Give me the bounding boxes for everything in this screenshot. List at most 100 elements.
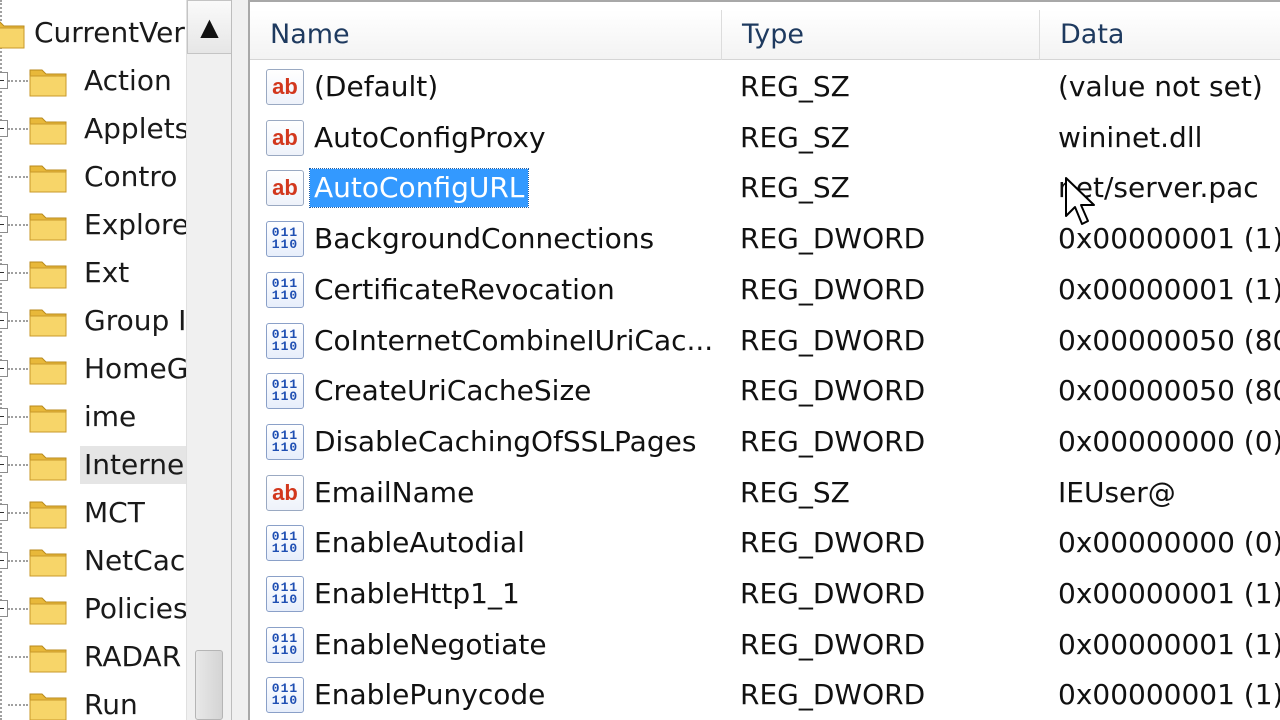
tree-node[interactable]: Group I: [0, 298, 186, 344]
tree-connector: [8, 80, 28, 82]
tree-node-label: Ext: [84, 256, 130, 289]
table-row[interactable]: ab AutoConfigProxy REG_SZ wininet.dll: [250, 113, 1280, 164]
dword-value-icon: 011 110: [266, 525, 304, 562]
tree-node[interactable]: Explore: [0, 202, 186, 248]
tree-node[interactable]: Applets: [0, 106, 186, 152]
tree-node-label: Policies: [84, 592, 186, 625]
table-row[interactable]: 011 110 CoInternetCombineIUriCac... REG_DWO…: [250, 316, 1280, 367]
expand-plus-icon[interactable]: [0, 456, 8, 473]
expand-plus-icon[interactable]: [0, 72, 8, 89]
tree-node[interactable]: Run: [0, 682, 186, 720]
dword-value-icon: 011 110: [266, 322, 304, 359]
value-name: EmailName: [314, 475, 475, 509]
expand-plus-icon[interactable]: [0, 552, 8, 569]
dword-value-icon: 011 110: [266, 373, 304, 410]
value-data: 0x00000050 (80): [1058, 374, 1280, 408]
tree-node[interactable]: MCT: [0, 490, 186, 536]
string-value-icon: ab: [266, 170, 304, 207]
scroll-up-button[interactable]: ▲: [187, 0, 231, 54]
folder-icon: [29, 405, 67, 433]
value-data: wininet.dll: [1058, 120, 1203, 154]
expand-plus-icon[interactable]: [0, 600, 8, 617]
value-data: 0x00000001 (1): [1058, 222, 1280, 256]
tree-node-label: Run: [84, 688, 138, 720]
expand-plus-icon[interactable]: [0, 312, 8, 329]
tree-connector: [8, 176, 28, 178]
table-row[interactable]: 011 110 EnablePunycode REG_DWORD 0x00000001 …: [250, 670, 1280, 720]
tree-node[interactable]: Contro: [0, 154, 186, 200]
expand-plus-icon[interactable]: [0, 216, 8, 233]
folder-icon: [0, 21, 25, 49]
column-header-data[interactable]: Data: [1040, 10, 1280, 60]
registry-values-list[interactable]: Name Type Data ab (Default) REG_SZ (value n…: [248, 0, 1280, 720]
expand-plus-icon[interactable]: [0, 264, 8, 281]
value-name: CertificateRevocation: [314, 272, 615, 306]
tree-node-label: MCT: [84, 496, 145, 529]
column-header-type[interactable]: Type: [722, 10, 1040, 60]
expand-plus-icon[interactable]: [0, 360, 8, 377]
tree-node-label: CurrentVer: [34, 16, 185, 49]
tree-connector: [8, 560, 28, 562]
folder-icon: [29, 261, 67, 289]
folder-icon: [29, 549, 67, 577]
dword-value-icon: 011 110: [266, 271, 304, 308]
value-name: EnablePunycode: [314, 678, 546, 712]
value-type: REG_DWORD: [740, 627, 926, 661]
tree-node[interactable]: Action: [0, 58, 186, 104]
string-value-icon: ab: [266, 119, 304, 156]
value-type: REG_DWORD: [740, 678, 926, 712]
table-row[interactable]: 011 110 CreateUriCacheSize REG_DWORD 0x00000…: [250, 366, 1280, 417]
tree-connector: [8, 608, 28, 610]
string-value-icon: ab: [266, 69, 304, 105]
dword-value-icon: 011 110: [266, 626, 304, 663]
value-data: 0x00000001 (1): [1058, 678, 1280, 712]
tree-node[interactable]: ime: [0, 394, 186, 440]
value-name: DisableCachingOfSSLPages: [314, 424, 697, 458]
table-row[interactable]: 011 110 CertificateRevocation REG_DWORD 0x00…: [250, 265, 1280, 316]
expand-plus-icon[interactable]: [0, 408, 8, 425]
tree-connector: [8, 368, 28, 370]
tree-connector: [8, 464, 28, 466]
value-data: (value not set): [1058, 70, 1263, 103]
table-row[interactable]: ab AutoConfigURL REG_SZ net/server.pac: [250, 163, 1280, 214]
expand-plus-icon[interactable]: [0, 120, 8, 137]
table-row[interactable]: 011 110 DisableCachingOfSSLPages REG_DWORD 0…: [250, 417, 1280, 468]
value-name: EnableHttp1_1: [314, 577, 520, 610]
tree-node[interactable]: Policies: [0, 586, 186, 632]
tree-node[interactable]: HomeG: [0, 346, 186, 392]
tree-node-label: NetCac: [84, 544, 186, 577]
value-name: AutoConfigURL: [308, 168, 530, 209]
tree-vertical-scrollbar[interactable]: ▲: [186, 0, 231, 720]
table-row[interactable]: 011 110 EnableNegotiate REG_DWORD 0x00000001…: [250, 620, 1280, 671]
table-row[interactable]: ab (Default) REG_SZ (value not set): [250, 62, 1280, 113]
folder-icon: [29, 213, 67, 241]
registry-tree-pane[interactable]: CurrentVer Action Applets Contro Explore Ext…: [0, 0, 232, 720]
icon-glyph: ab: [272, 175, 298, 201]
value-name: AutoConfigProxy: [314, 120, 546, 154]
value-type: REG_DWORD: [740, 323, 926, 357]
table-row[interactable]: ab EmailName REG_SZ IEUser@: [250, 468, 1280, 519]
tree-connector: [8, 224, 28, 226]
tree-node-label: Group I: [84, 304, 186, 337]
icon-glyph: 110: [271, 693, 299, 709]
tree-node[interactable]: NetCac: [0, 538, 186, 584]
expand-plus-icon[interactable]: [0, 504, 8, 521]
column-header-name[interactable]: Name: [250, 10, 722, 60]
table-row[interactable]: 011 110 BackgroundConnections REG_DWORD 0x00…: [250, 214, 1280, 265]
registry-editor-window: CurrentVer Action Applets Contro Explore Ext…: [0, 0, 1280, 720]
tree-connector: [8, 512, 28, 514]
scrollbar-thumb[interactable]: [195, 650, 223, 720]
value-type: REG_DWORD: [740, 272, 926, 306]
tree-connector: [8, 704, 28, 706]
icon-glyph: 110: [271, 439, 299, 455]
tree-node[interactable]: Ext: [0, 250, 186, 296]
table-row[interactable]: 011 110 EnableHttp1_1 REG_DWORD 0x00000001 (…: [250, 569, 1280, 620]
value-name: EnableNegotiate: [314, 627, 547, 661]
tree-node[interactable]: RADAR: [0, 634, 186, 680]
value-name: BackgroundConnections: [314, 222, 655, 256]
tree-connector: [8, 272, 28, 274]
tree-node-root[interactable]: CurrentVer: [0, 10, 186, 56]
tree-node[interactable]: Interne: [0, 442, 186, 488]
table-row[interactable]: 011 110 EnableAutodial REG_DWORD 0x00000000 …: [250, 518, 1280, 569]
tree-node-label: ime: [84, 400, 137, 433]
